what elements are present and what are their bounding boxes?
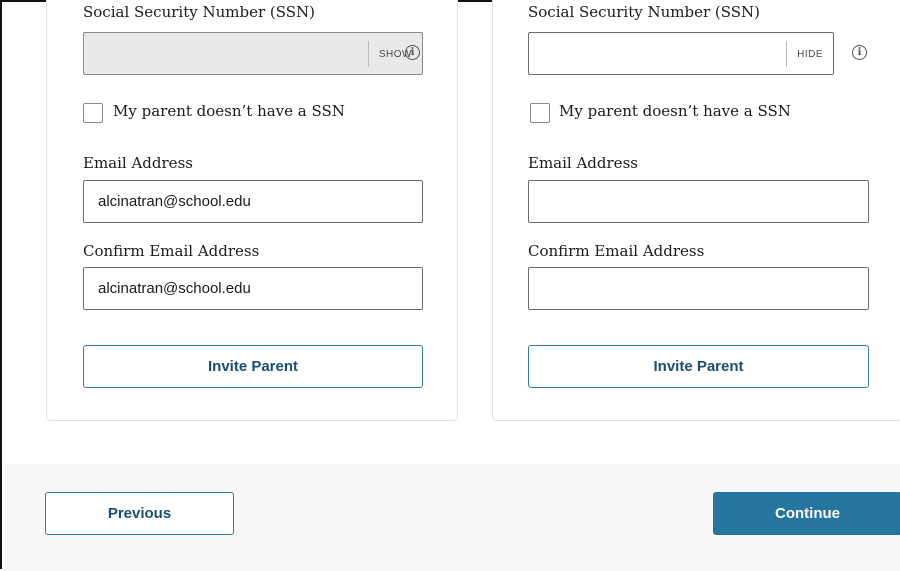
footer-nav: Previous Continue	[4, 464, 900, 571]
email-label: Email Address	[83, 154, 193, 172]
ssn-label: Social Security Number (SSN)	[528, 3, 761, 21]
info-icon[interactable]: i	[405, 45, 420, 60]
email-input[interactable]	[528, 180, 869, 223]
info-icon[interactable]: i	[852, 45, 867, 60]
continue-button[interactable]: Continue	[713, 492, 900, 535]
confirm-email-input[interactable]: alcinatran@school.edu	[83, 267, 423, 310]
parent-card-1: Social Security Number (SSN) SHOW i My p…	[46, 0, 458, 421]
no-ssn-checkbox[interactable]	[530, 103, 550, 123]
confirm-email-input[interactable]	[528, 267, 869, 310]
invite-parent-button[interactable]: Invite Parent	[528, 345, 869, 388]
ssn-label: Social Security Number (SSN)	[83, 3, 316, 21]
ssn-input[interactable]: HIDE	[528, 32, 834, 75]
confirm-email-label: Confirm Email Address	[83, 242, 260, 260]
invite-parent-button[interactable]: Invite Parent	[83, 345, 423, 388]
ssn-input: SHOW	[83, 32, 423, 75]
no-ssn-label: My parent doesn’t have a SSN	[113, 102, 345, 120]
no-ssn-checkbox[interactable]	[83, 103, 103, 123]
parent-card-2: Social Security Number (SSN) HIDE i My p…	[492, 0, 900, 421]
form-area: Social Security Number (SSN) SHOW i My p…	[4, 0, 900, 464]
email-input[interactable]: alcinatran@school.edu	[83, 180, 423, 223]
confirm-email-label: Confirm Email Address	[528, 242, 705, 260]
page-frame: Social Security Number (SSN) SHOW i My p…	[0, 0, 900, 571]
no-ssn-label: My parent doesn’t have a SSN	[559, 102, 791, 120]
email-label: Email Address	[528, 154, 638, 172]
ssn-hide-toggle[interactable]: HIDE	[786, 41, 823, 67]
previous-button[interactable]: Previous	[45, 492, 234, 535]
